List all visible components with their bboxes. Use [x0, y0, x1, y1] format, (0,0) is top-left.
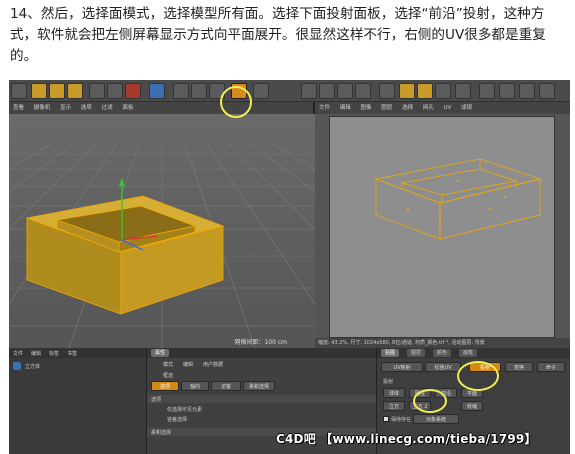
option-tolerance[interactable]: 容差选择: [167, 416, 187, 423]
projection-section-title: 投射: [383, 379, 394, 385]
object-manager: 文件 编辑 标签 书签 立方体: [9, 348, 147, 454]
axis-y-icon[interactable]: [107, 83, 123, 99]
viewport-menu-item[interactable]: 选项: [81, 105, 92, 111]
projection-sphere-button[interactable]: 球体: [383, 388, 405, 398]
uv-wireframe: [374, 158, 542, 240]
preserve-checkbox[interactable]: [383, 416, 389, 422]
uv-edit-icon[interactable]: [319, 83, 335, 99]
tab-colors[interactable]: 颜色: [433, 349, 452, 357]
frontal-highlight: [413, 389, 447, 413]
am-menu-edit[interactable]: 编辑: [183, 361, 193, 368]
undo-icon[interactable]: [11, 83, 27, 99]
subtab-visitor[interactable]: 访客: [211, 381, 241, 391]
uv-menu-item[interactable]: 网孔: [423, 105, 434, 111]
c4d-screenshot: 查看 摄像机 显示 选项 过滤 面板 网格间距：100 cm 文件 编辑 图像 …: [9, 80, 570, 454]
viewport-menu-item[interactable]: 摄像机: [34, 105, 51, 111]
texture-tabs: 贴图 图层 颜色 画笔: [377, 348, 570, 358]
om-menu-edit[interactable]: 编辑: [31, 350, 41, 357]
projection-highlight: [457, 361, 499, 391]
uv-editor-menu: 文件 编辑 图像 图层 选择 网孔 UV 滤镜: [315, 102, 570, 114]
edges-mode-icon[interactable]: [191, 83, 207, 99]
uv-canvas[interactable]: [329, 116, 555, 338]
paint-icon[interactable]: [379, 83, 395, 99]
tab-brush[interactable]: 画笔: [459, 349, 478, 357]
subtab-soft-select[interactable]: 柔和选择: [243, 381, 275, 391]
transform-button[interactable]: 变换: [505, 362, 533, 372]
main-toolbar: [9, 80, 570, 102]
fill-icon[interactable]: [417, 83, 433, 99]
uv-polygons-icon[interactable]: [337, 83, 353, 99]
axis-x-icon[interactable]: [89, 83, 105, 99]
section-title: 选项: [151, 397, 162, 403]
option-visible-only[interactable]: 仅选择可见元素: [167, 406, 202, 413]
viewport-menu-item[interactable]: 查看: [13, 105, 24, 111]
perspective-viewport[interactable]: 查看 摄像机 显示 选项 过滤 面板 网格间距：100 cm: [9, 102, 315, 348]
layers-icon[interactable]: [519, 83, 535, 99]
eraser-icon[interactable]: [435, 83, 451, 99]
uv-mapping-button[interactable]: UV映射: [381, 362, 423, 372]
object-icon[interactable]: [149, 83, 165, 99]
gradient-icon[interactable]: [479, 83, 495, 99]
uv-menu-item[interactable]: 图层: [381, 105, 392, 111]
uv-menu-item[interactable]: 选择: [402, 105, 413, 111]
color-icon[interactable]: [499, 83, 515, 99]
attribute-tabs: 属性: [147, 348, 376, 358]
brush-icon[interactable]: [399, 83, 415, 99]
viewport-menu-item[interactable]: 过滤: [102, 105, 113, 111]
subtab-options[interactable]: 选项: [151, 381, 179, 391]
object-manager-menu: 文件 编辑 标签 书签: [9, 348, 146, 358]
viewport-menu-item[interactable]: 显示: [60, 105, 71, 111]
view-icon[interactable]: [539, 83, 555, 99]
section-header: 选项: [147, 395, 376, 403]
subtab-axis[interactable]: 轴向: [181, 381, 209, 391]
instruction-line-1: 14、然后，选择面模式，选择模型所有面。选择下面投射面板，选择“前沿”投射，这种…: [10, 6, 545, 22]
layout-icon[interactable]: [455, 83, 471, 99]
uv-menu-item[interactable]: 图像: [361, 105, 372, 111]
instruction-text: 14、然后，选择面模式，选择模型所有面。选择下面投射面板，选择“前沿”投射，这种…: [10, 4, 570, 67]
cube-icon: [13, 362, 21, 370]
render-icon[interactable]: [125, 83, 141, 99]
rotate-tool-icon[interactable]: [67, 83, 83, 99]
uv-menu-item[interactable]: 编辑: [340, 105, 351, 111]
commands-button[interactable]: 命令: [537, 362, 565, 372]
viewport-menu: 查看 摄像机 显示 选项 过滤 面板: [9, 102, 313, 114]
uv-menu-item[interactable]: 文件: [319, 105, 330, 111]
object-item-cube[interactable]: 立方体: [25, 363, 40, 370]
uv-relax-icon[interactable]: [355, 83, 371, 99]
tool-title: 框选: [163, 373, 174, 379]
preserve-checkbox-label: 保持存在: [391, 417, 412, 423]
uv-mode-icon[interactable]: [253, 83, 269, 99]
relax-uv-button[interactable]: 松弛UV: [425, 362, 461, 372]
uv-points-icon[interactable]: [301, 83, 317, 99]
tab-layers[interactable]: 图层: [407, 349, 426, 357]
projection-cubic-button[interactable]: 立方: [383, 401, 405, 411]
instruction-line-2: 式，软件就会把左侧屏幕显示方式向平面展开。很显然这样不行，右侧的UV很多都是重复: [10, 27, 546, 43]
om-menu-file[interactable]: 文件: [13, 350, 23, 357]
om-menu-tags[interactable]: 标签: [49, 350, 59, 357]
uv-editor-viewport[interactable]: 文件 编辑 图像 图层 选择 网孔 UV 滤镜 缩放: 43.2%, 尺寸: 1…: [315, 102, 570, 348]
section-soft-select-label: 柔和选择: [151, 430, 172, 436]
uv-status-bar: 缩放: 43.2%, 尺寸: 1024x580, 8位/通道, 材质_颜色.ti…: [315, 338, 570, 348]
grid-spacing-label: 网格间距：100 cm: [234, 339, 287, 346]
viewport-scene: [9, 114, 315, 348]
instruction-line-3: 的。: [10, 48, 38, 64]
am-menu-userdata[interactable]: 用户数据: [203, 361, 223, 368]
uv-menu-item[interactable]: UV: [444, 105, 452, 111]
scale-tool-icon[interactable]: [49, 83, 65, 99]
om-menu-bookmarks[interactable]: 书签: [67, 350, 77, 357]
polygon-mode-highlight: [220, 86, 252, 118]
viewport-menu-item[interactable]: 面板: [122, 105, 133, 111]
tab-attributes[interactable]: 属性: [151, 349, 170, 357]
move-tool-icon[interactable]: [31, 83, 47, 99]
uv-menu-item[interactable]: 滤镜: [461, 105, 472, 111]
projection-shrink-button[interactable]: 收缩: [461, 401, 483, 411]
tab-textures[interactable]: 贴图: [381, 349, 400, 357]
am-menu-mode[interactable]: 模式: [163, 361, 173, 368]
coordinate-dropdown[interactable]: 对象系统: [413, 414, 459, 424]
watermark: C4D吧 【www.linecg.com/tieba/1799】: [276, 432, 537, 446]
points-mode-icon[interactable]: [173, 83, 189, 99]
